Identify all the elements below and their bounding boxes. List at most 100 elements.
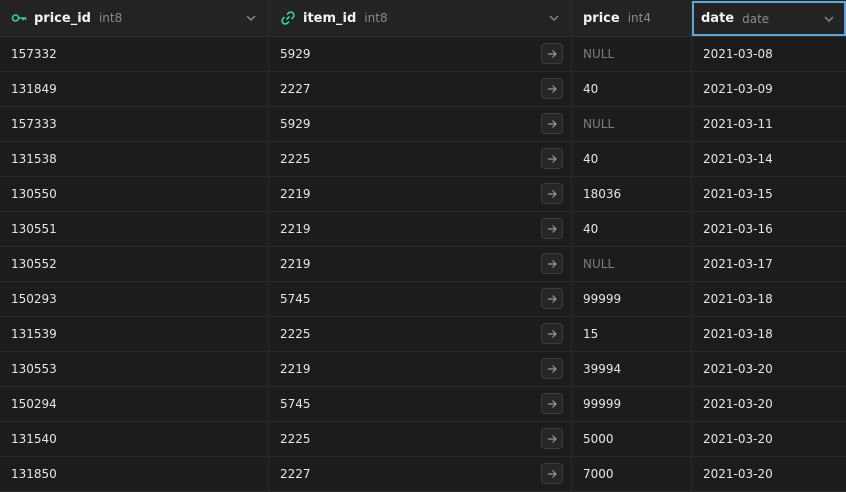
foreign-key-link-button[interactable]	[541, 393, 563, 414]
link-icon	[280, 10, 296, 26]
cell-value: 2225	[280, 152, 311, 166]
cell-price-id[interactable]: 150294	[0, 387, 269, 421]
table-row[interactable]: 131540 2225 5000 2021-03-20	[0, 422, 846, 457]
cell-price[interactable]: 40	[572, 142, 692, 176]
cell-price-id[interactable]: 130552	[0, 247, 269, 281]
cell-price[interactable]: 99999	[572, 282, 692, 316]
cell-item-id[interactable]: 2225	[269, 317, 572, 351]
column-header-item-id[interactable]: item_id int8	[269, 0, 572, 36]
cell-item-id[interactable]: 5929	[269, 107, 572, 141]
column-header-price-id[interactable]: price_id int8	[0, 0, 269, 36]
cell-date[interactable]: 2021-03-15	[692, 177, 846, 211]
cell-date[interactable]: 2021-03-17	[692, 247, 846, 281]
cell-price[interactable]: 18036	[572, 177, 692, 211]
foreign-key-link-button[interactable]	[541, 113, 563, 134]
cell-value: 2225	[280, 327, 311, 341]
cell-date[interactable]: 2021-03-20	[692, 457, 846, 491]
foreign-key-link-button[interactable]	[541, 218, 563, 239]
cell-item-id[interactable]: 2219	[269, 177, 572, 211]
cell-date[interactable]: 2021-03-16	[692, 212, 846, 246]
cell-item-id[interactable]: 5745	[269, 282, 572, 316]
chevron-down-icon[interactable]	[548, 12, 560, 24]
foreign-key-link-button[interactable]	[541, 323, 563, 344]
table-row[interactable]: 130550 2219 18036 2021-03-15	[0, 177, 846, 212]
column-header-date[interactable]: date date	[692, 1, 846, 36]
chevron-down-icon[interactable]	[823, 13, 835, 25]
cell-item-id[interactable]: 5929	[269, 37, 572, 71]
cell-value: 5929	[280, 117, 311, 131]
table-row[interactable]: 131849 2227 40 2021-03-09	[0, 72, 846, 107]
table-row[interactable]: 130553 2219 39994 2021-03-20	[0, 352, 846, 387]
cell-price[interactable]: 7000	[572, 457, 692, 491]
table-row[interactable]: 130551 2219 40 2021-03-16	[0, 212, 846, 247]
cell-price-id[interactable]: 131850	[0, 457, 269, 491]
cell-price-id[interactable]: 130553	[0, 352, 269, 386]
foreign-key-link-button[interactable]	[541, 463, 563, 484]
cell-price-id[interactable]: 131849	[0, 72, 269, 106]
cell-date[interactable]: 2021-03-08	[692, 37, 846, 71]
table-row[interactable]: 131538 2225 40 2021-03-14	[0, 142, 846, 177]
cell-item-id[interactable]: 2225	[269, 142, 572, 176]
foreign-key-link-button[interactable]	[541, 358, 563, 379]
cell-date[interactable]: 2021-03-18	[692, 317, 846, 351]
cell-item-id[interactable]: 5745	[269, 387, 572, 421]
cell-price[interactable]: 99999	[572, 387, 692, 421]
cell-price-id[interactable]: 130550	[0, 177, 269, 211]
cell-item-id[interactable]: 2219	[269, 212, 572, 246]
cell-price[interactable]: 5000	[572, 422, 692, 456]
table-row[interactable]: 150294 5745 99999 2021-03-20	[0, 387, 846, 422]
cell-price[interactable]: 40	[572, 212, 692, 246]
cell-date[interactable]: 2021-03-14	[692, 142, 846, 176]
foreign-key-link-button[interactable]	[541, 288, 563, 309]
cell-value: 2021-03-20	[703, 362, 773, 376]
foreign-key-link-button[interactable]	[541, 183, 563, 204]
cell-value: 157332	[11, 47, 57, 61]
foreign-key-link-button[interactable]	[541, 78, 563, 99]
cell-item-id[interactable]: 2225	[269, 422, 572, 456]
cell-value: 150293	[11, 292, 57, 306]
foreign-key-link-button[interactable]	[541, 43, 563, 64]
cell-price[interactable]: NULL	[572, 37, 692, 71]
cell-value: 131540	[11, 432, 57, 446]
cell-date[interactable]: 2021-03-20	[692, 422, 846, 456]
cell-price-id[interactable]: 157333	[0, 107, 269, 141]
cell-price-id[interactable]: 131539	[0, 317, 269, 351]
column-name: item_id	[303, 10, 357, 26]
cell-value: 2021-03-09	[703, 82, 773, 96]
cell-date[interactable]: 2021-03-20	[692, 352, 846, 386]
column-header-price[interactable]: price int4	[572, 0, 692, 36]
cell-item-id[interactable]: 2227	[269, 72, 572, 106]
data-grid: price_id int8 item_id int8 price int4 da…	[0, 0, 846, 492]
cell-price[interactable]: NULL	[572, 247, 692, 281]
cell-date[interactable]: 2021-03-18	[692, 282, 846, 316]
foreign-key-link-button[interactable]	[541, 428, 563, 449]
table-row[interactable]: 150293 5745 99999 2021-03-18	[0, 282, 846, 317]
arrow-right-icon	[546, 83, 558, 95]
cell-value: 2021-03-16	[703, 222, 773, 236]
foreign-key-link-button[interactable]	[541, 148, 563, 169]
chevron-down-icon[interactable]	[245, 12, 257, 24]
table-row[interactable]: 131539 2225 15 2021-03-18	[0, 317, 846, 352]
cell-price[interactable]: 39994	[572, 352, 692, 386]
cell-price-id[interactable]: 131538	[0, 142, 269, 176]
table-row[interactable]: 130552 2219 NULL 2021-03-17	[0, 247, 846, 282]
cell-price-id[interactable]: 130551	[0, 212, 269, 246]
cell-item-id[interactable]: 2227	[269, 457, 572, 491]
table-row[interactable]: 131850 2227 7000 2021-03-20	[0, 457, 846, 492]
cell-value: 130552	[11, 257, 57, 271]
cell-price-id[interactable]: 131540	[0, 422, 269, 456]
cell-date[interactable]: 2021-03-20	[692, 387, 846, 421]
table-row[interactable]: 157332 5929 NULL 2021-03-08	[0, 37, 846, 72]
column-name: date	[701, 11, 735, 26]
cell-price-id[interactable]: 157332	[0, 37, 269, 71]
cell-date[interactable]: 2021-03-11	[692, 107, 846, 141]
cell-price[interactable]: 15	[572, 317, 692, 351]
cell-item-id[interactable]: 2219	[269, 352, 572, 386]
cell-price[interactable]: NULL	[572, 107, 692, 141]
cell-date[interactable]: 2021-03-09	[692, 72, 846, 106]
cell-price[interactable]: 40	[572, 72, 692, 106]
table-row[interactable]: 157333 5929 NULL 2021-03-11	[0, 107, 846, 142]
foreign-key-link-button[interactable]	[541, 253, 563, 274]
cell-price-id[interactable]: 150293	[0, 282, 269, 316]
cell-item-id[interactable]: 2219	[269, 247, 572, 281]
